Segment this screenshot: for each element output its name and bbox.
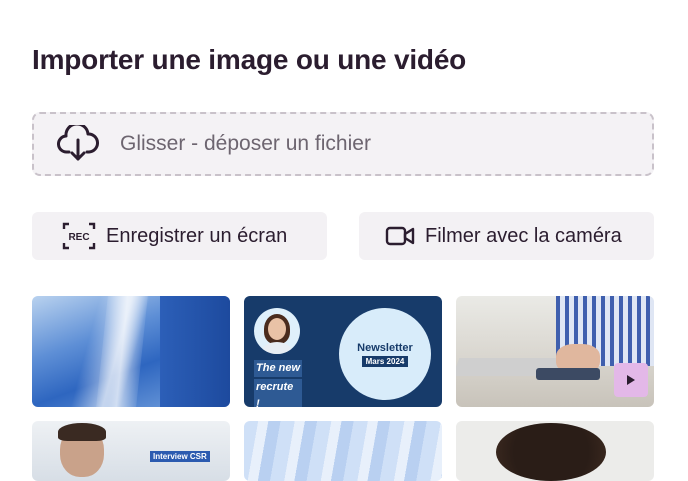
avatar — [254, 308, 300, 354]
interview-label: Interview CSR — [150, 451, 210, 462]
cloud-download-icon — [56, 122, 100, 166]
camera-button[interactable]: Filmer avec la caméra — [359, 212, 654, 260]
curly-hair — [496, 423, 606, 481]
dropzone-label: Glisser - déposer un fichier — [120, 132, 371, 155]
newsletter-date: Mars 2024 — [361, 355, 409, 367]
record-screen-button[interactable]: REC Enregistrer un écran — [32, 212, 327, 260]
newsletter-tag: The new recrute ! — [254, 360, 302, 407]
video-camera-icon — [385, 224, 415, 248]
light-fold — [96, 296, 148, 407]
media-thumbnail-portrait[interactable] — [456, 421, 654, 481]
person-hair — [58, 423, 106, 441]
media-thumbnail-abstract-blue[interactable] — [32, 296, 230, 407]
page-title: Importer une image ou une vidéo — [32, 44, 467, 75]
phone — [536, 368, 600, 380]
media-thumbnail-newsletter[interactable]: The new recrute ! Newsletter Mars 2024 — [244, 296, 442, 407]
play-icon — [614, 363, 648, 397]
media-thumbnail-curtain[interactable] — [244, 421, 442, 481]
rec-icon: REC — [62, 221, 96, 251]
media-thumbnail-interview[interactable]: Interview CSR — [32, 421, 230, 481]
record-screen-label: Enregistrer un écran — [106, 224, 288, 247]
camera-label: Filmer avec la caméra — [425, 224, 622, 247]
shadow-fold — [160, 296, 230, 407]
file-dropzone[interactable]: Glisser - déposer un fichier — [32, 112, 654, 176]
newsletter-title: Newsletter — [357, 341, 413, 354]
media-thumbnail-video[interactable] — [456, 296, 654, 407]
newsletter-circle: Newsletter Mars 2024 — [339, 308, 431, 400]
svg-text:REC: REC — [68, 232, 89, 243]
